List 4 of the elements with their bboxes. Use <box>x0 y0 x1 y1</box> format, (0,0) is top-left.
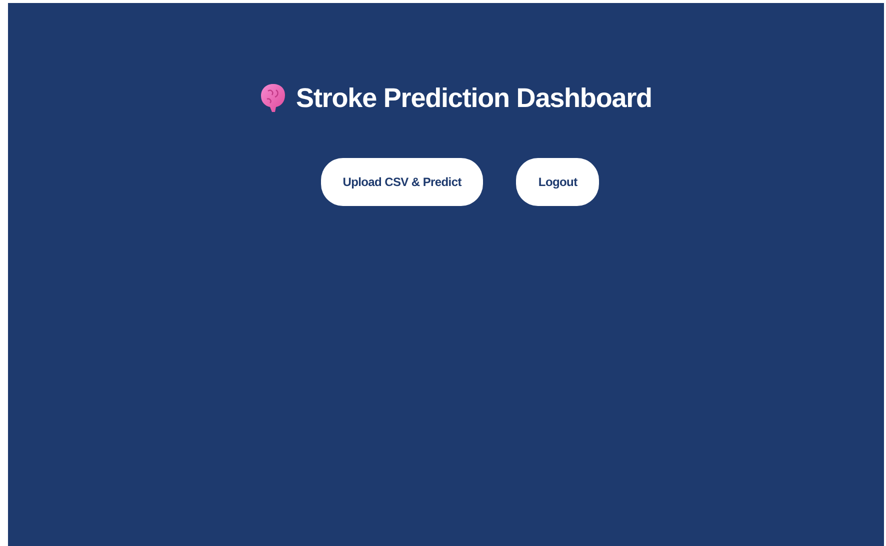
dashboard-title: Stroke Prediction Dashboard <box>296 82 652 114</box>
action-button[interactable]: Logout <box>516 158 600 206</box>
action-button[interactable]: Upload CSV & Predict <box>320 158 484 206</box>
brain-icon <box>260 82 286 114</box>
